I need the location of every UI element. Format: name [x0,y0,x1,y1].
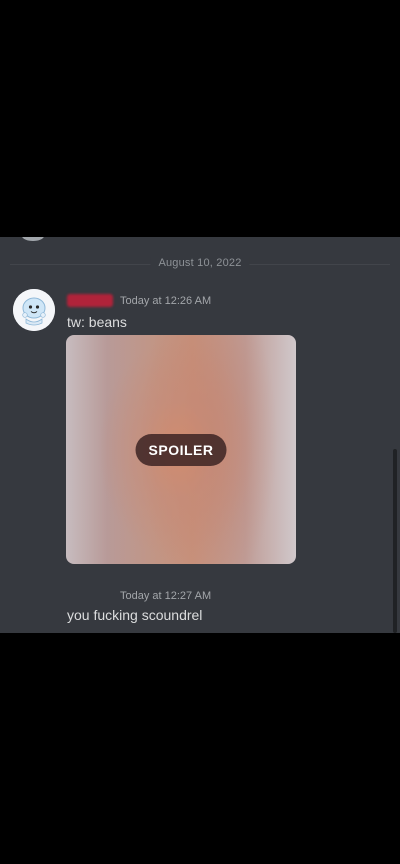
chat-frame: August 10, 2022 Today at 12:26 AM tw: be… [0,237,400,633]
username-redacted[interactable] [67,294,113,307]
avatar-icon [13,289,55,331]
message-text: tw: beans [67,314,127,330]
avatar[interactable] [13,289,55,331]
date-divider-label: August 10, 2022 [150,257,250,269]
message-text: you fucking scoundrel [67,607,203,623]
message-timestamp[interactable]: Today at 12:26 AM [120,295,211,307]
spoiler-label: SPOILER [135,433,227,466]
spoiler-image-attachment[interactable]: SPOILER [66,335,296,564]
previous-avatar-fragment [22,237,44,241]
scrollbar-thumb[interactable] [393,449,397,633]
message-timestamp[interactable]: Today at 12:27 AM [120,590,211,602]
